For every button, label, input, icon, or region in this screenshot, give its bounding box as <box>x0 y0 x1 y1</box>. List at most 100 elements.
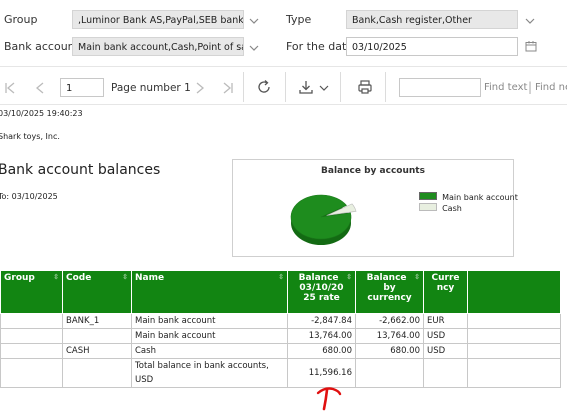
column-label: currency <box>367 293 412 303</box>
type-field[interactable]: Bank,Cash register,Other <box>346 10 518 29</box>
cell-code: BANK_1 <box>62 313 132 329</box>
sort-icon[interactable]: ⇳ <box>346 273 352 281</box>
bank-account-chevron-down-icon[interactable] <box>249 43 259 53</box>
table-row: CASH Cash 680.00 680.00 USD <box>0 343 561 359</box>
column-header-balance-rate[interactable]: ⇳ Balance 03/10/20 25 rate <box>287 270 356 314</box>
group-field[interactable]: ,Luminor Bank AS,PayPal,SEB bank,Sw <box>72 10 244 29</box>
table-row: Total balance in bank accounts, USD 11,5… <box>0 358 561 388</box>
column-label: Name <box>135 273 165 283</box>
bank-account-field[interactable]: Main bank account,Cash,Point of sale <box>72 37 244 56</box>
sort-icon[interactable]: ⇳ <box>122 273 128 281</box>
column-header-group[interactable]: Group ⇳ <box>0 270 63 314</box>
cell-empty <box>467 343 561 359</box>
cell-currency: USD <box>423 343 468 359</box>
cell-empty <box>467 328 561 344</box>
report-title: Bank account balances <box>0 162 161 178</box>
cell-balance: -2,847.84 <box>287 313 356 329</box>
sort-icon[interactable]: ⇳ <box>53 273 59 281</box>
column-label: 03/10/20 <box>299 283 344 293</box>
print-icon[interactable] <box>357 79 373 95</box>
cell-name: Cash <box>131 343 288 359</box>
page-number-input[interactable]: 1 <box>60 78 104 97</box>
download-icon[interactable] <box>298 79 314 95</box>
cell-balance: 13,764.00 <box>287 328 356 344</box>
annotation-arrow-icon <box>316 387 342 411</box>
column-label: Code <box>66 273 92 283</box>
column-label: 25 rate <box>303 293 340 303</box>
legend-label: Cash <box>442 204 462 213</box>
cell-currency: USD <box>423 328 468 344</box>
column-label: by <box>383 283 396 293</box>
group-chevron-down-icon[interactable] <box>249 16 259 26</box>
cell-group <box>0 343 63 359</box>
group-label: Group <box>4 13 38 26</box>
next-page-icon[interactable] <box>195 81 205 95</box>
previous-page-icon[interactable] <box>35 81 45 95</box>
report-timestamp: 03/10/2025 19:40:23 <box>0 109 83 118</box>
page-number-label: Page number 1 <box>111 82 191 94</box>
table-header-row: Group ⇳ Code ⇳ Name ⇳ ⇳ Balance 03/10/20 25… <box>0 270 561 314</box>
column-label: Balance <box>298 273 339 283</box>
toolbar-separator <box>243 72 244 102</box>
table-row: Main bank account 13,764.00 13,764.00 US… <box>0 328 561 344</box>
cell-code <box>62 358 132 388</box>
column-label: Group <box>4 273 35 283</box>
legend-item: Main bank account <box>419 185 518 202</box>
type-label: Type <box>286 13 312 26</box>
last-page-icon[interactable] <box>222 81 234 95</box>
toolbar-separator <box>340 72 341 102</box>
toolbar-top-border <box>0 66 567 67</box>
cell-group <box>0 358 63 388</box>
cell-group <box>0 328 63 344</box>
date-input[interactable]: 03/10/2025 <box>346 37 518 56</box>
find-text-button[interactable]: Find text <box>484 82 527 93</box>
column-label: Curre <box>431 273 460 283</box>
cell-group <box>0 313 63 329</box>
cell-currency <box>423 358 468 388</box>
balance-chart: Balance by accounts Main bank account Ca… <box>232 159 518 257</box>
find-text-input[interactable] <box>399 78 481 97</box>
for-the-date-label: For the date <box>286 40 354 53</box>
type-chevron-down-icon[interactable] <box>525 16 535 26</box>
chart-title: Balance by accounts <box>321 166 425 176</box>
toolbar-bottom-border <box>0 104 567 105</box>
pie-chart <box>290 194 357 245</box>
sort-icon[interactable]: ⇳ <box>278 273 284 281</box>
toolbar-separator <box>285 72 286 102</box>
cell-empty <box>467 313 561 329</box>
cell-name: Main bank account <box>131 313 288 329</box>
column-label: Balance <box>366 273 407 283</box>
cell-by-currency: -2,662.00 <box>355 313 424 329</box>
cell-code <box>62 328 132 344</box>
column-header-code[interactable]: Code ⇳ <box>62 270 132 314</box>
cell-name: Total balance in bank accounts, USD <box>131 358 288 388</box>
cell-currency: EUR <box>423 313 468 329</box>
refresh-icon[interactable] <box>256 79 272 95</box>
first-page-icon[interactable] <box>4 81 16 95</box>
legend-swatch <box>419 202 437 211</box>
balances-table: Group ⇳ Code ⇳ Name ⇳ ⇳ Balance 03/10/20 25… <box>0 270 561 388</box>
column-header-balance-by-currency[interactable]: ⇳ Balance by currency <box>355 270 424 314</box>
sort-icon[interactable]: ⇳ <box>414 273 420 281</box>
column-header-empty <box>467 270 561 314</box>
download-chevron-down-icon[interactable] <box>319 83 329 93</box>
column-header-name[interactable]: Name ⇳ <box>131 270 288 314</box>
table-row: BANK_1 Main bank account -2,847.84 -2,66… <box>0 313 561 329</box>
find-next-button[interactable]: Find ne <box>535 82 567 93</box>
chart-legend: Main bank account Cash <box>419 185 518 213</box>
report-to-date: To: 03/10/2025 <box>0 192 58 201</box>
cell-by-currency: 680.00 <box>355 343 424 359</box>
column-header-currency[interactable]: Curre ncy <box>423 270 468 314</box>
find-separator: | <box>528 80 533 94</box>
cell-empty <box>467 358 561 388</box>
cell-by-currency: 13,764.00 <box>355 328 424 344</box>
cell-balance: 680.00 <box>287 343 356 359</box>
calendar-icon[interactable] <box>525 40 537 52</box>
bank-account-label: Bank account <box>4 40 79 53</box>
pie-slice <box>290 194 352 240</box>
company-name: Shark toys, Inc. <box>0 132 60 141</box>
cell-by-currency <box>355 358 424 388</box>
toolbar-separator <box>385 72 386 102</box>
cell-code: CASH <box>62 343 132 359</box>
cell-name: Main bank account <box>131 328 288 344</box>
